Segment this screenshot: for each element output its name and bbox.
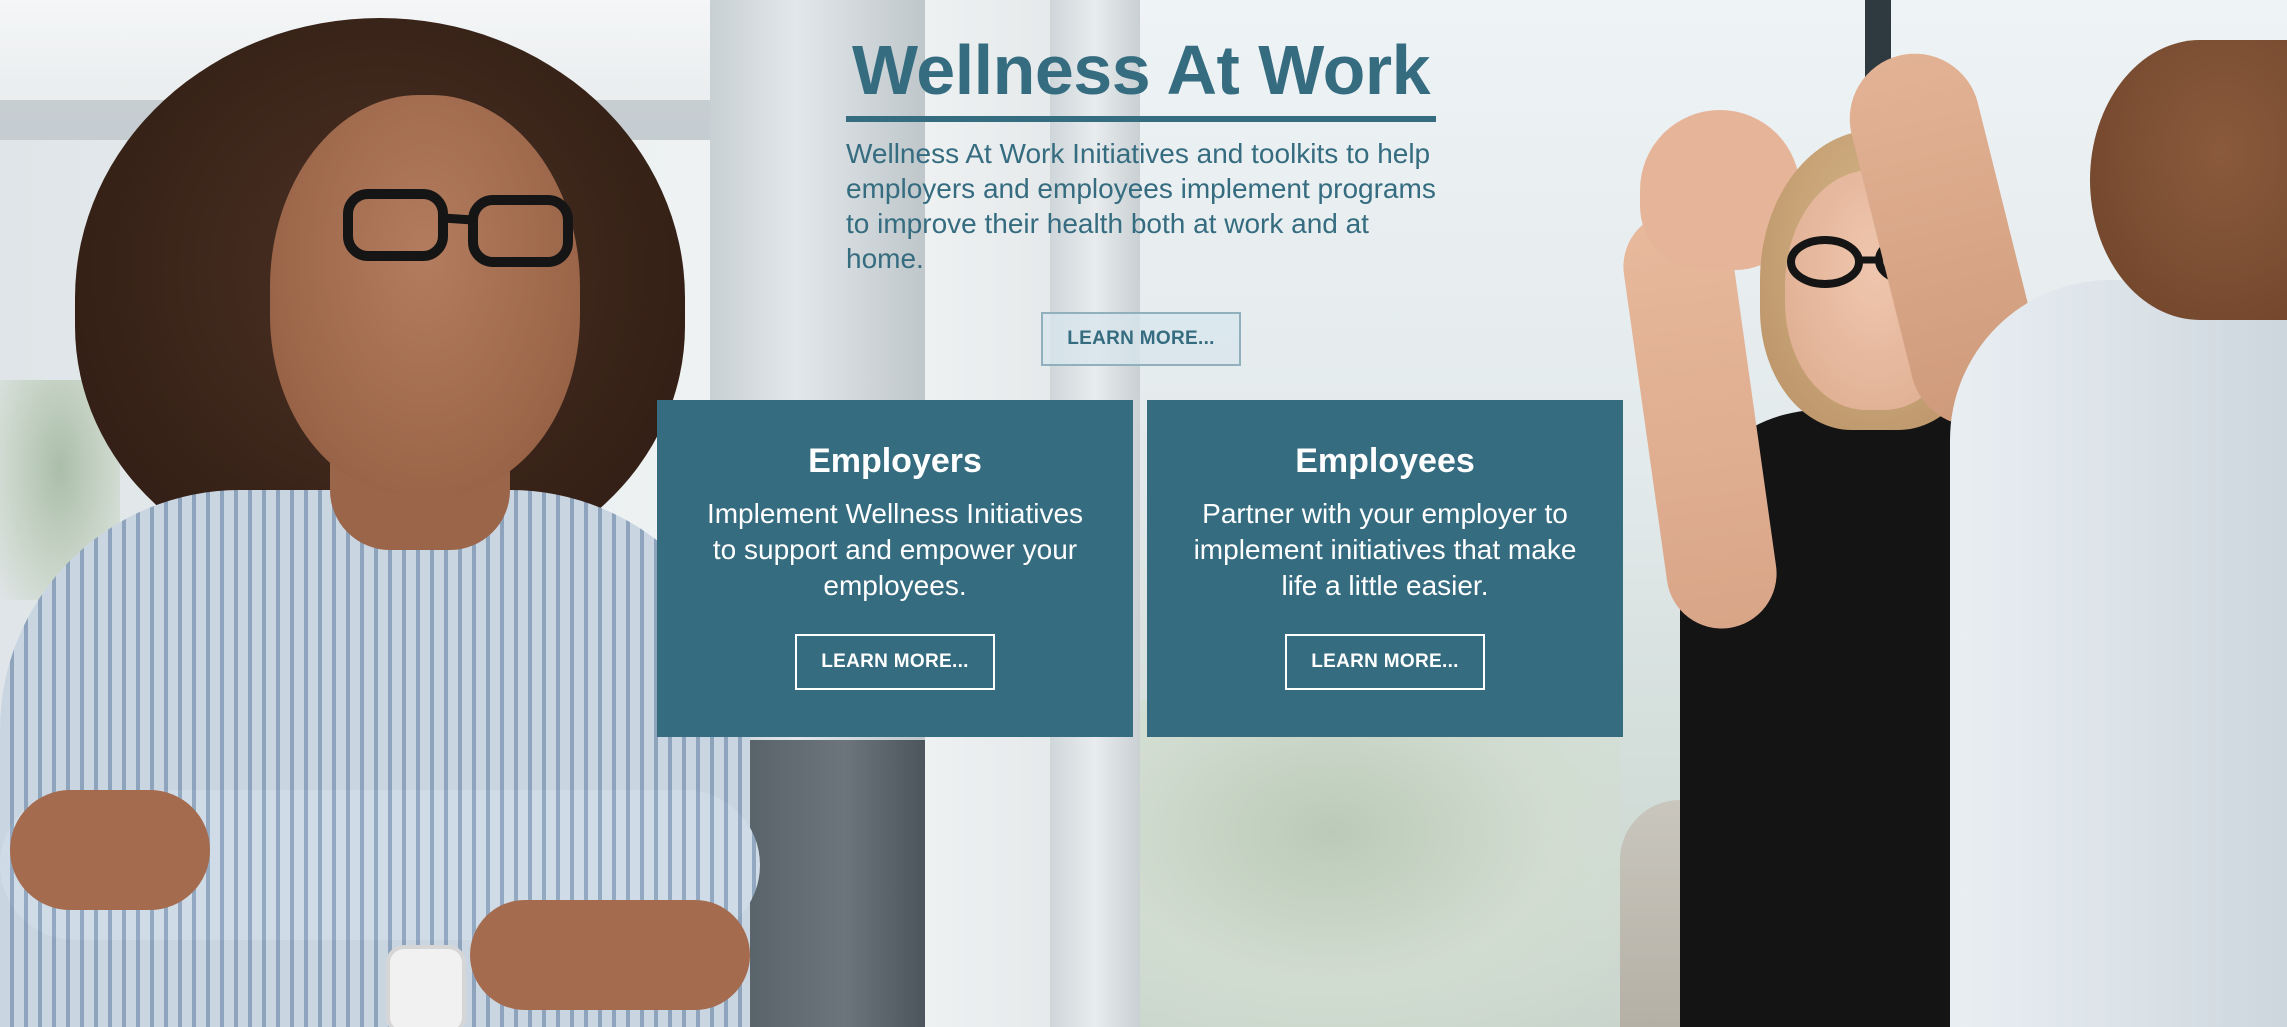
background-greenery-right bbox=[1140, 700, 1620, 1027]
card-title: Employees bbox=[1295, 442, 1475, 480]
employees-card: Employees Partner with your employer to … bbox=[1147, 400, 1623, 737]
employees-learn-more-button[interactable]: LEARN MORE... bbox=[1285, 634, 1485, 690]
hand bbox=[10, 790, 210, 910]
hero-section: Wellness At Work Wellness At Work Initia… bbox=[846, 28, 1436, 366]
watch-icon bbox=[386, 945, 466, 1027]
hero-description: Wellness At Work Initiatives and toolkit… bbox=[846, 138, 1436, 274]
title-underline bbox=[846, 116, 1436, 122]
wellness-at-work-page: Wellness At Work Wellness At Work Initia… bbox=[0, 0, 2287, 1027]
card-description: Partner with your employer to implement … bbox=[1193, 498, 1577, 601]
employers-learn-more-button[interactable]: LEARN MORE... bbox=[795, 634, 995, 690]
employers-card: Employers Implement Wellness Initiatives… bbox=[657, 400, 1133, 737]
hand bbox=[470, 900, 750, 1010]
person-face bbox=[270, 95, 580, 495]
card-title: Employers bbox=[808, 442, 982, 480]
white-shirt bbox=[1950, 280, 2287, 1027]
page-title: Wellness At Work bbox=[851, 31, 1431, 109]
learn-more-button[interactable]: LEARN MORE... bbox=[1041, 312, 1241, 366]
glasses-icon bbox=[343, 189, 573, 267]
card-description: Implement Wellness Initiatives to suppor… bbox=[706, 498, 1084, 601]
